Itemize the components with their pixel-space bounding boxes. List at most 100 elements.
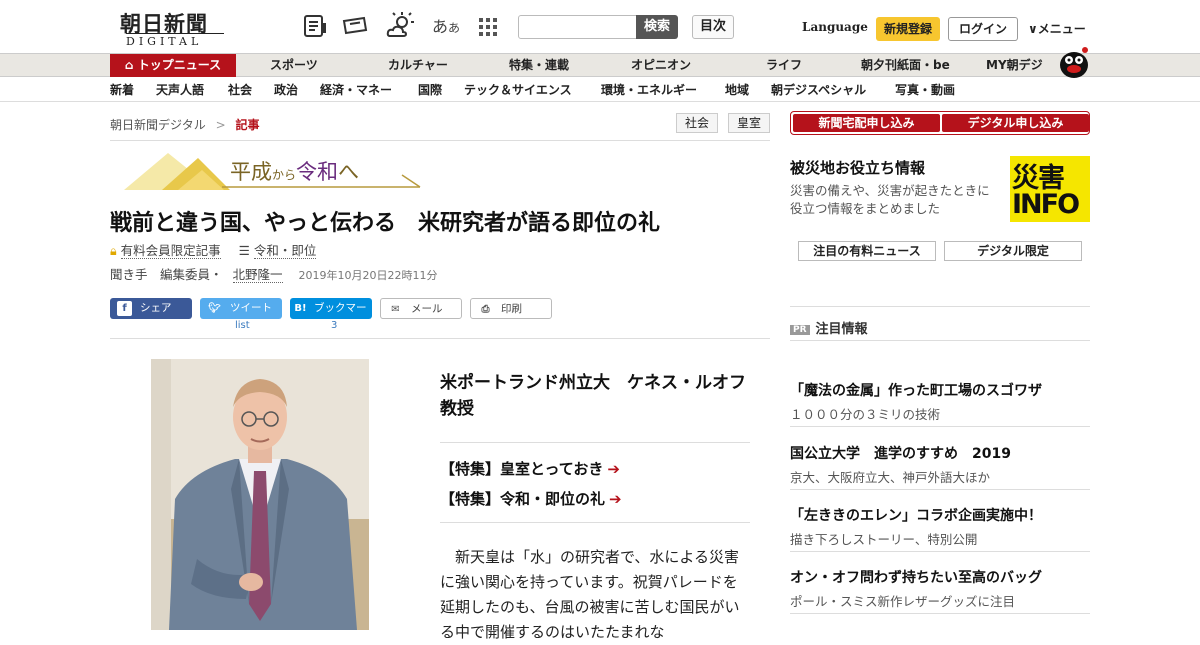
- subnav-environment[interactable]: 環境・エネルギー: [601, 78, 697, 102]
- subnav-tech-science[interactable]: テック＆サイエンス: [464, 78, 572, 102]
- nav-features[interactable]: 特集・連載: [509, 54, 569, 77]
- pr-badge: PR: [790, 325, 810, 335]
- nav-opinion[interactable]: オピニオン: [631, 54, 691, 77]
- article-meta: 🔒︎ 有料会員限定記事 ☰ 令和・即位: [110, 240, 317, 259]
- banner-kara: から: [272, 168, 297, 182]
- grid-menu-icon[interactable]: [478, 17, 498, 37]
- promo-title: オン・オフ問わず持ちたい至高のバッグ: [790, 570, 1042, 586]
- banner-reiwa: 令和: [296, 160, 339, 184]
- newspaper-subscribe-button[interactable]: 新聞宅配申し込み: [793, 114, 940, 132]
- print-icon: ⎙: [481, 304, 490, 315]
- aa-big: あ: [432, 17, 449, 36]
- asahi-digital-logo[interactable]: 朝日新聞 DIGITAL: [112, 8, 228, 48]
- subnav-society[interactable]: 社会: [228, 78, 252, 102]
- paid-news-button[interactable]: 注目の有料ニュース: [798, 241, 936, 261]
- divider: [790, 489, 1090, 490]
- menu-button[interactable]: ∨メニュー: [1028, 20, 1086, 37]
- feature-label: 【特集】皇室とっておき: [440, 460, 604, 478]
- feature-label: 【特集】令和・即位の礼: [440, 490, 606, 508]
- hatena-bookmark-button[interactable]: B! ブックマーク: [290, 298, 372, 335]
- tweet-label: ツイート: [230, 302, 272, 314]
- promo-desc: ポール・スミス新作レザーグッズに注目: [790, 594, 1016, 609]
- facebook-share-button[interactable]: f シェア: [110, 298, 192, 319]
- nav-my-asadigi[interactable]: MY朝デジ: [986, 54, 1043, 77]
- series-link[interactable]: 令和・即位: [253, 243, 317, 259]
- nav-paper[interactable]: 朝夕刊紙面・be: [861, 54, 950, 77]
- tag-imperial[interactable]: 皇室: [728, 113, 771, 133]
- author-link[interactable]: 北野隆一: [232, 267, 283, 283]
- tweet-button[interactable]: 🐦︎ ツイート: [200, 298, 282, 319]
- facebook-share-label: シェア: [140, 302, 172, 314]
- mail-button[interactable]: ✉ メール: [380, 298, 462, 319]
- arrow-right-icon: ➔: [607, 460, 620, 478]
- digital-only-button[interactable]: デジタル限定: [944, 241, 1082, 261]
- promo-item[interactable]: 「左ききのエレン」コラボ企画実施中！ 描き下ろしストーリー、特別公開: [790, 505, 1090, 548]
- nav-top-news[interactable]: ⌂ トップニュース: [110, 54, 236, 77]
- pr-heading-label: 注目情報: [815, 322, 868, 337]
- nav-life[interactable]: ライフ: [766, 54, 802, 77]
- subnav-special[interactable]: 朝デジスペシャル: [771, 78, 866, 102]
- tag-society[interactable]: 社会: [676, 113, 719, 133]
- register-button[interactable]: 新規登録: [876, 17, 940, 41]
- breadcrumb-sep: >: [215, 118, 226, 132]
- subnav-international[interactable]: 国際: [418, 78, 442, 102]
- feature-link-imperial[interactable]: 【特集】皇室とっておき ➔: [440, 458, 620, 479]
- feature-link-reiwa[interactable]: 【特集】令和・即位の礼 ➔: [440, 488, 622, 509]
- language-link[interactable]: Language: [802, 20, 868, 34]
- subnav-economy[interactable]: 経済・マネー: [320, 78, 392, 102]
- promo-desc: 描き下ろしストーリー、特別公開: [790, 532, 978, 547]
- hatena-count[interactable]: 3: [331, 320, 337, 331]
- promo-item[interactable]: オン・オフ問わず持ちたい至高のバッグ ポール・スミス新作レザーグッズに注目: [790, 567, 1090, 610]
- nav-sports[interactable]: スポーツ: [270, 54, 318, 77]
- subnav-tenseijingo[interactable]: 天声人語: [156, 78, 204, 102]
- interviewee-heading: 米ポートランド州立大 ケネス・ルオフ教授: [440, 373, 746, 419]
- mail-label: メール: [411, 303, 443, 315]
- twitter-icon: 🐦︎: [208, 303, 221, 314]
- banner-he: へ: [338, 160, 360, 184]
- home-icon: ⌂: [124, 58, 138, 72]
- disaster-info-logo[interactable]: 災害 INFO: [1010, 156, 1090, 222]
- search-input[interactable]: [518, 15, 637, 39]
- lock-icon: 🔒︎: [110, 243, 117, 258]
- digital-subscribe-button[interactable]: デジタル申し込み: [942, 114, 1089, 132]
- aa-small: あ: [448, 21, 461, 35]
- article-body: 新天皇は「水」の研究者で、水による災害に強い関心を持っています。祝賀パレードを延…: [440, 548, 740, 641]
- disaster-info-heading[interactable]: 被災地お役立ち情報: [790, 157, 925, 178]
- main-nav: ⌂ トップニュース スポーツ カルチャー 特集・連載 オピニオン ライフ 朝夕刊…: [0, 53, 1200, 77]
- list-icon: ☰: [238, 243, 250, 258]
- promo-item[interactable]: 国公立大学 進学のすすめ 2019 京大、大阪府立大、神戸外語大ほか: [790, 443, 1090, 486]
- breadcrumb: 朝日新聞デジタル > 記事: [110, 116, 260, 133]
- print-label: 印刷: [501, 303, 522, 315]
- banner-text[interactable]: 平成から令和へ: [230, 156, 359, 186]
- banner-heisei: 平成: [230, 160, 272, 184]
- breadcrumb-home[interactable]: 朝日新聞デジタル: [110, 118, 206, 132]
- search-button[interactable]: 検索: [636, 15, 678, 39]
- divider: [790, 426, 1090, 427]
- sub-nav: 新着 天声人語 社会 政治 経済・マネー 国際 テック＆サイエンス 環境・エネル…: [0, 78, 1200, 102]
- weather-icon[interactable]: [386, 11, 416, 39]
- divider: [790, 306, 1090, 307]
- paid-member-label[interactable]: 有料会員限定記事: [120, 243, 221, 259]
- print-button[interactable]: ⎙ 印刷: [470, 298, 552, 319]
- article-photo[interactable]: [151, 359, 369, 630]
- login-button[interactable]: ログイン: [948, 17, 1018, 41]
- ticket-icon[interactable]: [342, 14, 368, 38]
- pr-heading: PR 注目情報: [790, 318, 868, 337]
- newspaper-icon[interactable]: [302, 14, 328, 38]
- divider: [790, 613, 1090, 614]
- tweet-count-link[interactable]: list: [235, 320, 250, 331]
- toc-button[interactable]: 目次: [692, 15, 734, 39]
- promo-title: 「魔法の金属」作った町工場のスゴワザ: [790, 383, 1042, 399]
- subnav-politics[interactable]: 政治: [274, 78, 298, 102]
- nav-culture[interactable]: カルチャー: [388, 54, 448, 77]
- hatena-label: ブックマーク: [314, 302, 367, 335]
- promo-item[interactable]: 「魔法の金属」作った町工場のスゴワザ １０００分の３ミリの技術: [790, 380, 1090, 423]
- subnav-latest[interactable]: 新着: [110, 78, 134, 102]
- subnav-photo-video[interactable]: 写真・動画: [895, 78, 955, 102]
- text-size-icon[interactable]: ああ: [432, 13, 460, 37]
- disaster-logo-line2: INFO: [1012, 189, 1080, 220]
- mail-icon: ✉: [391, 304, 400, 315]
- arrow-right-icon: ➔: [609, 490, 622, 508]
- subnav-region[interactable]: 地域: [725, 78, 749, 102]
- promo-desc: １０００分の３ミリの技術: [790, 407, 941, 422]
